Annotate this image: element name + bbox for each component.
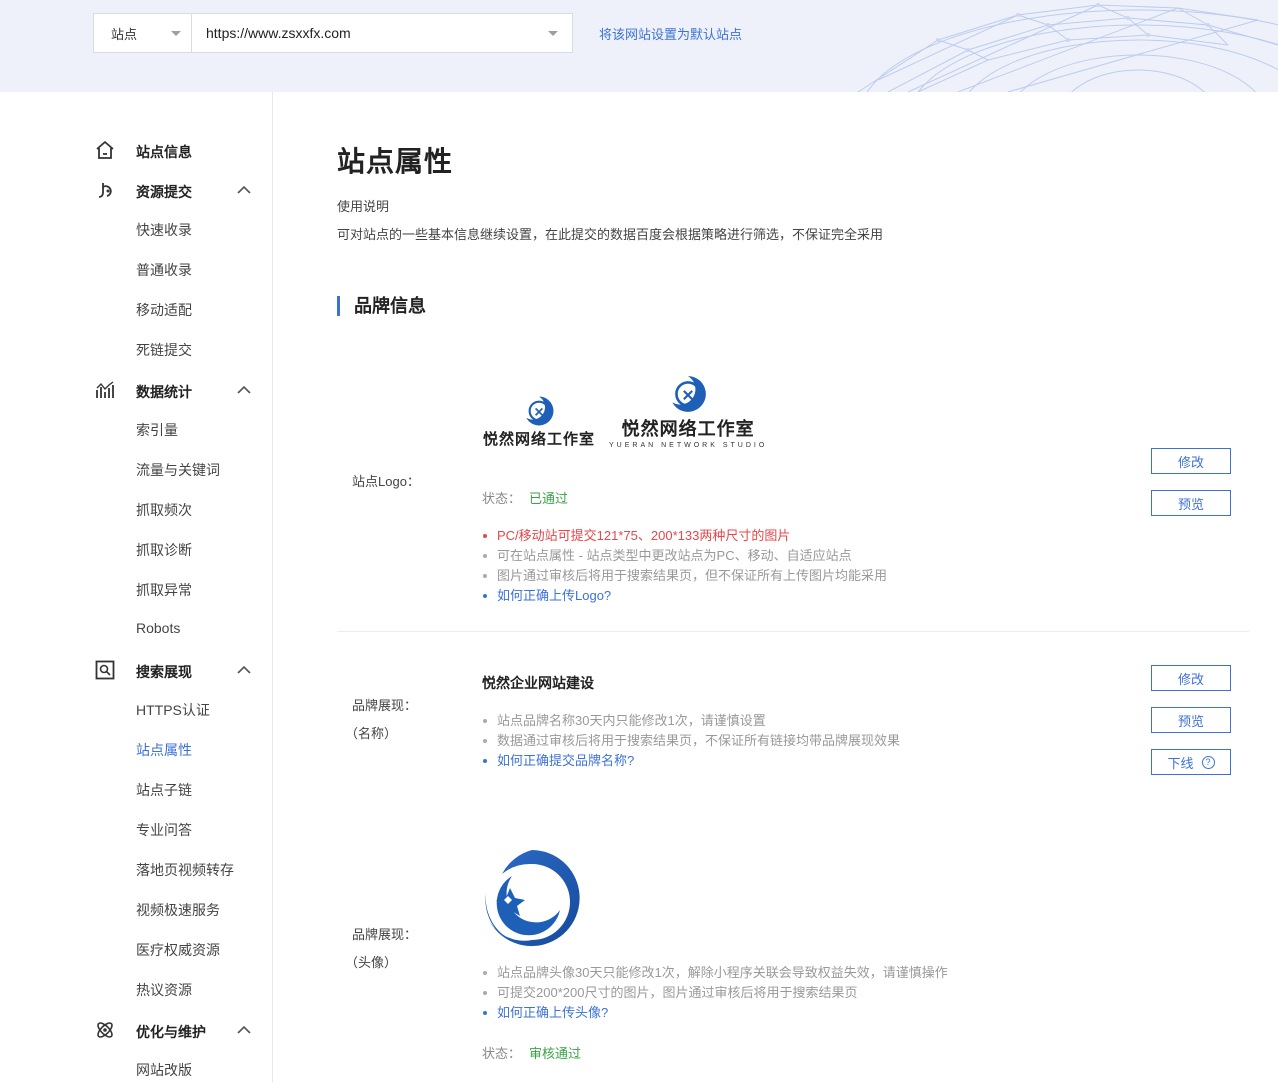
sidebar-item-landing-video[interactable]: 落地页视频转存 [136, 860, 234, 880]
chevron-down-icon [171, 30, 181, 36]
brand-name-value: 悦然企业网站建设 [482, 675, 594, 691]
brand-avatar-tip-size: 可提交200*200尺寸的图片，图片通过审核后将用于搜索结果页 [482, 983, 948, 1003]
sidebar-item-crawl-frequency[interactable]: 抓取频次 [136, 500, 192, 520]
set-default-site-link[interactable]: 将该网站设置为默认站点 [599, 24, 742, 43]
logo-small-text: 悦然网络工作室 [483, 431, 596, 448]
section-title-brand-info: 品牌信息 [337, 296, 426, 316]
status-label: 状态： [482, 1046, 522, 1061]
divider [337, 631, 1249, 632]
search-display-icon [95, 660, 115, 680]
logo-large-en-text: YUERAN NETWORK STUDIO [609, 442, 768, 449]
chevron-up-icon[interactable] [237, 1025, 251, 1035]
logo-help-link[interactable]: 如何正确上传Logo? [482, 586, 887, 606]
sidebar-item-crawl-diagnosis[interactable]: 抓取诊断 [136, 540, 192, 560]
site-selector: 站点 https://www.zsxxfx.com [93, 13, 573, 53]
sidebar-item-pro-qa[interactable]: 专业问答 [136, 820, 192, 840]
chart-icon [96, 381, 114, 398]
sidebar-item-site-revision[interactable]: 网站改版 [136, 1060, 192, 1080]
sidebar-group-search-display[interactable]: 搜索展现 [0, 659, 272, 683]
chevron-up-icon[interactable] [237, 385, 251, 395]
sidebar-group-resource-submit[interactable]: 资源提交 [0, 179, 272, 203]
brand-name-tip-review: 数据通过审核后将用于搜索结果页，不保证所有链接均带品牌展现效果 [482, 731, 900, 751]
sidebar-group-label: 站点信息 [136, 144, 192, 160]
logo-tip-size: PC/移动站可提交121*75、200*133两种尺寸的图片 [482, 526, 887, 546]
brand-avatar-label-line1: 品牌展现： [352, 927, 418, 942]
chevron-up-icon[interactable] [237, 185, 251, 195]
sidebar-group-label: 数据统计 [136, 384, 192, 400]
sidebar-item-crawl-error[interactable]: 抓取异常 [136, 580, 192, 600]
sidebar-item-index-volume[interactable]: 索引量 [136, 420, 178, 440]
sidebar-item-dead-link[interactable]: 死链提交 [136, 340, 192, 360]
sidebar-item-normal-index[interactable]: 普通收录 [136, 260, 192, 280]
site-logo-small: 悦然网络工作室 [483, 394, 595, 449]
site-type-dropdown[interactable]: 站点 [94, 14, 192, 52]
sidebar-group-site-info[interactable]: 站点信息 [0, 139, 272, 163]
sidebar-group-data-stats[interactable]: 数据统计 [0, 379, 272, 403]
sidebar-item-traffic-keywords[interactable]: 流量与关键词 [136, 460, 220, 480]
logo-tips: PC/移动站可提交121*75、200*133两种尺寸的图片 可在站点属性 - … [482, 526, 887, 606]
brand-avatar-help-link[interactable]: 如何正确上传头像? [482, 1003, 948, 1023]
brand-avatar-label: 品牌展现： （头像） [345, 921, 418, 977]
usage-title: 使用说明 [337, 199, 390, 214]
brand-avatar-tips: 站点品牌头像30天只能修改1次，解除小程序关联会导致权益失效，请谨慎操作 可提交… [482, 963, 948, 1023]
status-value: 已通过 [529, 491, 569, 506]
sidebar-group-label: 搜索展现 [136, 664, 192, 680]
brand-avatar-status: 状态： 审核通过 [482, 1043, 581, 1062]
brand-avatar-image [485, 850, 580, 947]
usage-description: 可对站点的一些基本信息继续设置，在此提交的数据百度会根据策略进行筛选，不保证完全… [337, 227, 884, 242]
brand-logo-icon [526, 396, 554, 426]
sidebar-item-site-sublinks[interactable]: 站点子链 [136, 780, 192, 800]
sidebar-group-label: 优化与维护 [136, 1024, 206, 1040]
submit-icon [98, 183, 112, 198]
chevron-down-icon [548, 30, 558, 36]
logo-status: 状态： 已通过 [482, 488, 568, 507]
brand-name-label-line2: （名称） [345, 726, 398, 741]
sidebar-group-optimize[interactable]: 优化与维护 [0, 1019, 272, 1043]
sidebar-item-mobile-adapt[interactable]: 移动适配 [136, 300, 192, 320]
brand-logo-icon [672, 376, 706, 412]
logo-tip-site-type: 可在站点属性 - 站点类型中更改站点为PC、移动、自适应站点 [482, 546, 887, 566]
brand-name-label: 品牌展现： （名称） [345, 692, 418, 748]
sidebar-item-site-properties[interactable]: 站点属性 [136, 740, 192, 760]
logo-tip-review: 图片通过审核后将用于搜索结果页，但不保证所有上传图片均能采用 [482, 566, 887, 586]
sidebar-group-label: 资源提交 [136, 184, 192, 200]
help-icon[interactable]: ? [1201, 755, 1215, 769]
sidebar-item-fast-index[interactable]: 快速收录 [136, 220, 192, 240]
site-url-dropdown[interactable]: https://www.zsxxfx.com [192, 14, 572, 52]
sidebar-item-medical-authority[interactable]: 医疗权威资源 [136, 940, 220, 960]
optimize-icon [97, 1022, 113, 1038]
status-label: 状态： [482, 491, 522, 506]
site-logo-large: 悦然网络工作室 YUERAN NETWORK STUDIO [609, 373, 767, 449]
sidebar: 站点信息 资源提交 快速收录 普通收录 移动适配 死链提交 数据统计 索引量 流… [0, 92, 273, 1082]
brand-name-preview-button[interactable]: 预览 [1151, 707, 1231, 733]
logo-edit-button[interactable]: 修改 [1151, 448, 1231, 474]
page-title: 站点属性 [337, 146, 454, 177]
header-bar: 站点 https://www.zsxxfx.com 将该网站设置为默认站点 [0, 0, 1278, 92]
brand-avatar-label-line2: （头像） [345, 955, 398, 970]
brand-name-label-line1: 品牌展现： [352, 698, 418, 713]
sidebar-item-https-cert[interactable]: HTTPS认证 [136, 700, 210, 720]
main-content: 站点属性 使用说明 可对站点的一些基本信息继续设置，在此提交的数据百度会根据策略… [273, 92, 1278, 1082]
sidebar-item-video-fast[interactable]: 视频极速服务 [136, 900, 220, 920]
sidebar-item-hot-topics[interactable]: 热议资源 [136, 980, 192, 1000]
status-value: 审核通过 [529, 1046, 582, 1061]
logo-row-label: 站点Logo： [352, 474, 420, 489]
brand-name-tip-limit: 站点品牌名称30天内只能修改1次，请谨慎设置 [482, 711, 900, 731]
logo-preview-button[interactable]: 预览 [1151, 490, 1231, 516]
home-icon [96, 141, 114, 159]
globe-decoration [857, 3, 1278, 92]
site-url-value: https://www.zsxxfx.com [206, 25, 351, 41]
brand-name-tips: 站点品牌名称30天内只能修改1次，请谨慎设置 数据通过审核后将用于搜索结果页，不… [482, 711, 900, 771]
brand-name-edit-button[interactable]: 修改 [1151, 665, 1231, 691]
logo-large-text: 悦然网络工作室 [621, 419, 755, 439]
offline-button-label: 下线 [1167, 755, 1194, 771]
brand-name-offline-button[interactable]: 下线? [1151, 749, 1231, 775]
chevron-up-icon[interactable] [237, 665, 251, 675]
site-type-value: 站点 [111, 26, 138, 42]
brand-avatar-tip-limit: 站点品牌头像30天只能修改1次，解除小程序关联会导致权益失效，请谨慎操作 [482, 963, 948, 983]
sidebar-item-robots[interactable]: Robots [136, 620, 180, 636]
brand-name-help-link[interactable]: 如何正确提交品牌名称? [482, 751, 900, 771]
